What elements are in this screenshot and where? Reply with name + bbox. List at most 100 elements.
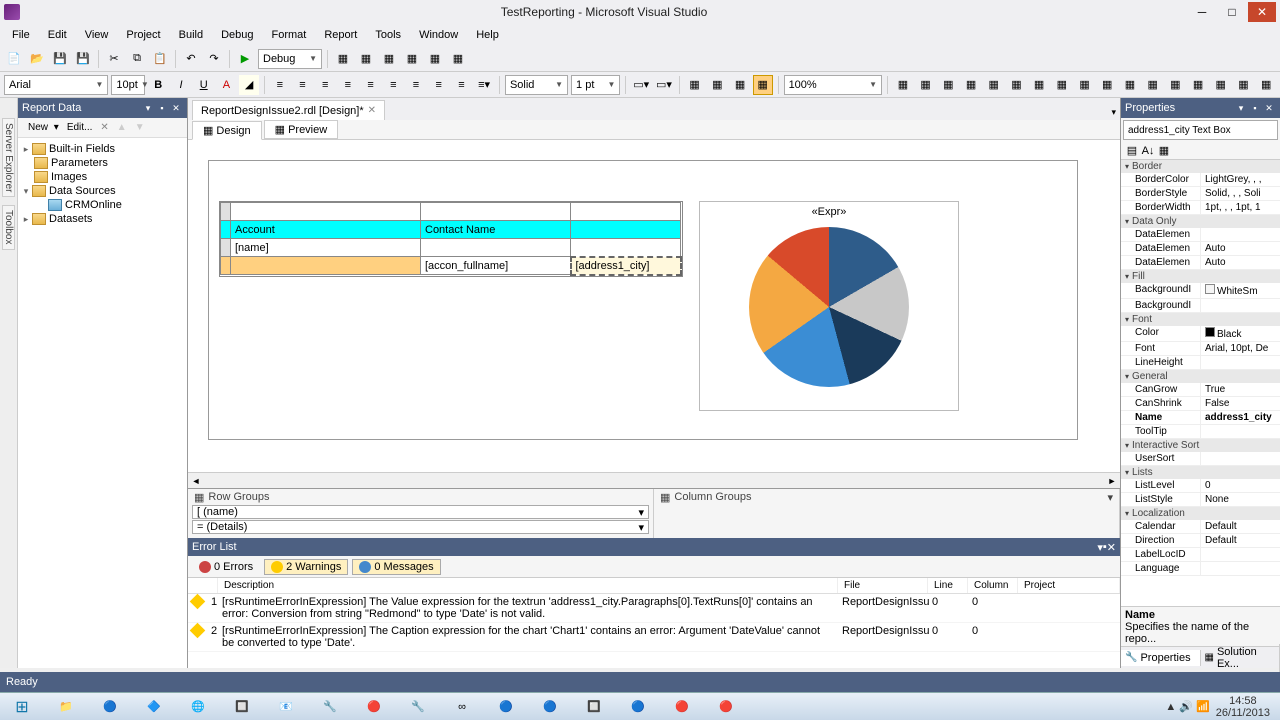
layout-q[interactable]: ▦ — [1256, 75, 1276, 95]
tree-builtin-fields[interactable]: ▸Built-in Fields — [20, 142, 185, 156]
row-handle-1[interactable] — [221, 239, 231, 257]
app2[interactable]: 🔵 — [92, 695, 128, 719]
merge-c[interactable]: ▦ — [730, 75, 750, 95]
layout-d[interactable]: ▦ — [961, 75, 981, 95]
tree-data-sources[interactable]: ▾Data Sources — [20, 184, 185, 198]
prop-dropdown-icon[interactable]: ▾ — [1234, 103, 1248, 114]
layout-k[interactable]: ▦ — [1120, 75, 1140, 95]
cut-button[interactable]: ✂ — [104, 49, 124, 69]
prop-row[interactable]: BorderColorLightGrey, , , — [1121, 173, 1280, 187]
header-file[interactable]: File — [838, 578, 928, 593]
cell-city-selected[interactable]: [address1_city] — [571, 257, 681, 275]
tool-b[interactable]: ▦ — [356, 49, 376, 69]
menu-debug[interactable]: Debug — [213, 27, 261, 43]
groups-dropdown-icon[interactable]: ▾ — [1107, 491, 1113, 504]
align-center-button[interactable]: ≡ — [293, 75, 313, 95]
col-handle-3[interactable] — [571, 203, 681, 221]
prop-row[interactable]: ListLevel0 — [1121, 479, 1280, 493]
tablix[interactable]: Account Contact Name [name] [accon_fulln… — [219, 201, 683, 277]
el-close-icon[interactable]: ✕ — [1107, 541, 1116, 554]
layout-h[interactable]: ▦ — [1052, 75, 1072, 95]
down-button[interactable]: ▼ — [132, 121, 148, 134]
cell-r1c3[interactable] — [571, 239, 681, 257]
menu-report[interactable]: Report — [316, 27, 365, 43]
explorer-app[interactable]: 📁 — [48, 695, 84, 719]
save-button[interactable]: 💾 — [50, 49, 70, 69]
menu-help[interactable]: Help — [468, 27, 507, 43]
tray-icons[interactable]: ▲ 🔊 📶 — [1165, 700, 1209, 713]
outlook-app[interactable]: 📧 — [268, 695, 304, 719]
app3[interactable]: 🔷 — [136, 695, 172, 719]
tool-d[interactable]: ▦ — [402, 49, 422, 69]
start-button[interactable]: ▶ — [235, 49, 255, 69]
menu-project[interactable]: Project — [118, 27, 168, 43]
h-scrollbar[interactable]: ◄ ► — [188, 472, 1120, 488]
prop-row[interactable]: DataElemen — [1121, 228, 1280, 242]
border-preset-button[interactable]: ▭▾ — [654, 75, 674, 95]
prop-row[interactable]: UserSort — [1121, 452, 1280, 466]
powerpoint-app[interactable]: 🔴 — [708, 695, 744, 719]
design-surface[interactable]: Account Contact Name [name] [accon_fulln… — [188, 140, 1120, 472]
prop-row[interactable]: BackgroundI — [1121, 299, 1280, 313]
align-right-button[interactable]: ≡ — [315, 75, 335, 95]
layout-p[interactable]: ▦ — [1234, 75, 1254, 95]
prop-row[interactable]: Nameaddress1_city — [1121, 411, 1280, 425]
prop-row[interactable]: ListStyleNone — [1121, 493, 1280, 507]
indent2-button[interactable]: ≡ — [452, 75, 472, 95]
merge-b[interactable]: ▦ — [707, 75, 727, 95]
preview-tab[interactable]: ▦Preview — [264, 120, 339, 139]
prop-row[interactable]: DataElemenAuto — [1121, 256, 1280, 270]
merge-a[interactable]: ▦ — [685, 75, 705, 95]
categorize-button[interactable]: ▤ — [1125, 144, 1139, 158]
tree-crmonline[interactable]: CRMOnline — [20, 198, 185, 212]
properties-selected-object[interactable]: address1_city Text Box — [1123, 120, 1278, 140]
config-combo[interactable]: Debug▼ — [258, 49, 322, 69]
scroll-left-icon[interactable]: ◄ — [188, 476, 204, 486]
paste-button[interactable]: 📋 — [150, 49, 170, 69]
app9[interactable]: 🔧 — [400, 695, 436, 719]
indent-button[interactable]: ≡ — [429, 75, 449, 95]
server-explorer-tab[interactable]: Server Explorer — [2, 118, 15, 197]
tool-a[interactable]: ▦ — [333, 49, 353, 69]
prop-category[interactable]: ▾ Localization — [1121, 507, 1280, 520]
system-tray[interactable]: ▲ 🔊 📶 14:58 26/11/2013 — [1165, 695, 1276, 719]
prop-row[interactable]: BorderWidth1pt, , , 1pt, 1 — [1121, 201, 1280, 215]
app11[interactable]: 🔵 — [488, 695, 524, 719]
header-line[interactable]: Line — [928, 578, 968, 593]
numbered-list-button[interactable]: ≡ — [361, 75, 381, 95]
new-project-button[interactable]: 📄 — [4, 49, 24, 69]
menu-file[interactable]: File — [4, 27, 38, 43]
chrome-app[interactable]: 🔴 — [664, 695, 700, 719]
prop-row[interactable]: DataElemenAuto — [1121, 242, 1280, 256]
layout-f[interactable]: ▦ — [1007, 75, 1027, 95]
col-handle-1[interactable] — [231, 203, 421, 221]
layout-c[interactable]: ▦ — [938, 75, 958, 95]
header-contact[interactable]: Contact Name — [421, 221, 571, 239]
border-width-combo[interactable]: 1 pt▼ — [571, 75, 620, 95]
prop-close-icon[interactable]: ✕ — [1262, 103, 1276, 114]
prop-row[interactable]: FontArial, 10pt, De — [1121, 342, 1280, 356]
menu-tools[interactable]: Tools — [367, 27, 409, 43]
properties-grid[interactable]: ▾ BorderBorderColorLightGrey, , ,BorderS… — [1121, 160, 1280, 606]
start-button[interactable]: ⊞ — [4, 695, 40, 719]
merge-d[interactable]: ▦ — [753, 75, 773, 95]
delete-button[interactable]: ✕ — [97, 121, 111, 134]
design-tab[interactable]: ▦Design — [192, 121, 262, 140]
scroll-right-icon[interactable]: ► — [1104, 476, 1120, 486]
bold-button[interactable]: B — [148, 75, 168, 95]
layout-o[interactable]: ▦ — [1211, 75, 1231, 95]
solution-explorer-tab[interactable]: ▦ Solution Ex... — [1201, 644, 1280, 672]
tabs-dropdown-icon[interactable]: ▾ — [1107, 105, 1120, 120]
properties-tab[interactable]: 🔧 Properties — [1121, 650, 1201, 666]
chart[interactable]: «Expr» — [699, 201, 959, 411]
tree-parameters[interactable]: Parameters — [20, 156, 185, 170]
document-tab[interactable]: ReportDesignIssue2.rdl [Design]* ✕ — [192, 100, 385, 120]
font-family-combo[interactable]: Arial▼ — [4, 75, 108, 95]
up-button[interactable]: ▲ — [114, 121, 130, 134]
messages-filter[interactable]: 0 Messages — [352, 559, 440, 575]
menu-window[interactable]: Window — [411, 27, 466, 43]
tool-e[interactable]: ▦ — [425, 49, 445, 69]
vs-app[interactable]: ∞ — [444, 695, 480, 719]
header-column[interactable]: Column — [968, 578, 1018, 593]
app5[interactable]: 🔲 — [224, 695, 260, 719]
